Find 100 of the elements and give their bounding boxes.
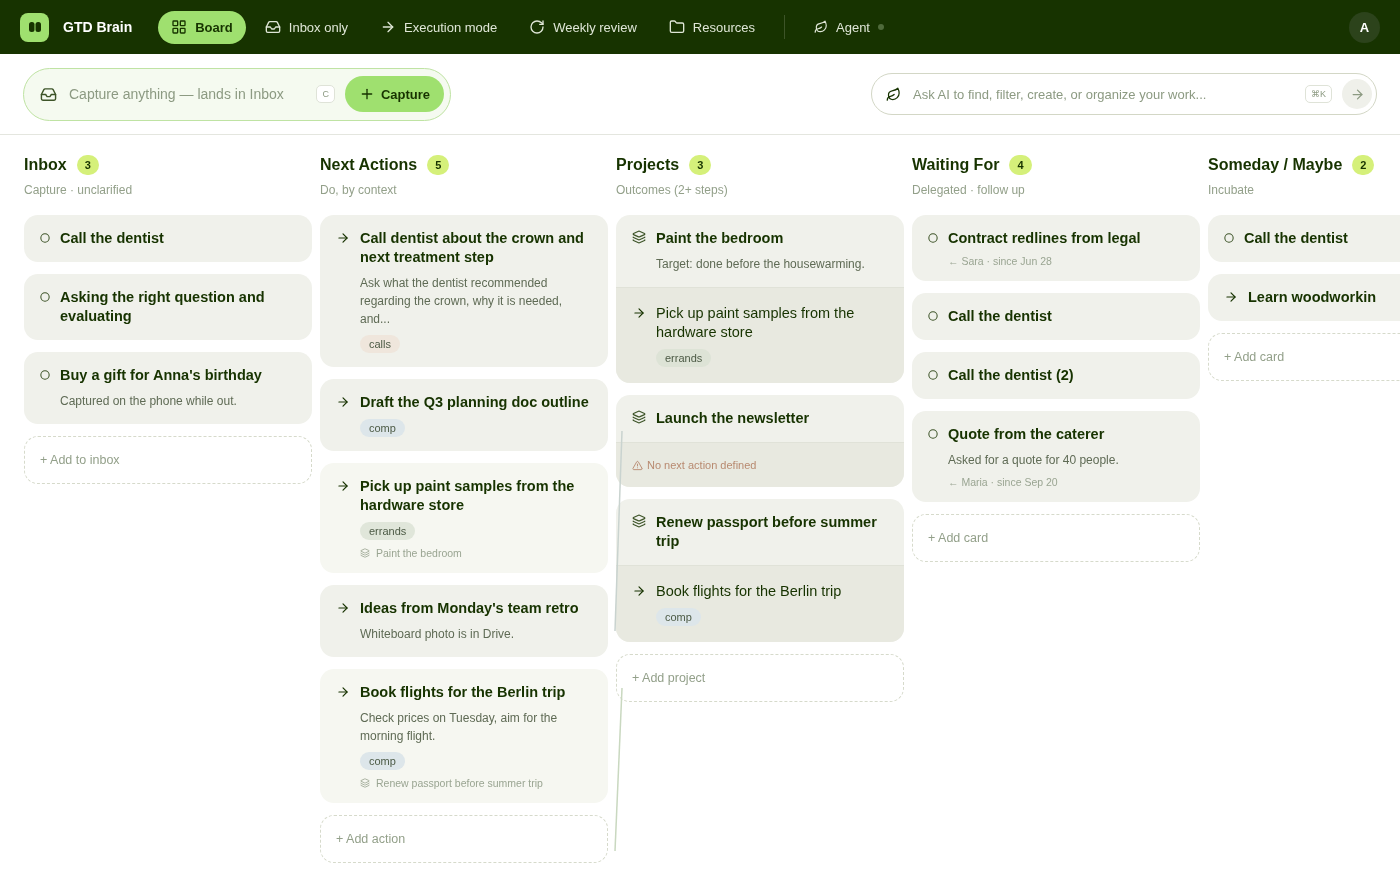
column-title: Projects (616, 156, 680, 174)
layers-icon (632, 230, 646, 244)
task-card[interactable]: Call the dentist (1208, 215, 1400, 262)
ask-input[interactable]: Ask AI to find, filter, create, or organize your work... (911, 85, 1295, 103)
column-subtitle: Incubate (1208, 183, 1256, 197)
circle-icon (928, 370, 938, 380)
nav-tab[interactable]: Board (158, 10, 246, 44)
project-title: Paint the bedroom (656, 229, 784, 248)
task-note: Asked for a quote for 40 people. (948, 452, 1119, 469)
task-note: Captured on the phone while out. (60, 393, 237, 410)
task-card[interactable]: Learn woodworkin (1208, 274, 1400, 321)
circle-icon (1224, 233, 1234, 243)
refresh-icon (529, 19, 546, 35)
task-card[interactable]: Call the dentist (912, 293, 1200, 340)
inbox-icon (264, 19, 281, 35)
nav-tab[interactable]: Execution mode (367, 10, 511, 44)
tag: calls (360, 335, 400, 353)
column-subtitle: Do, by context (320, 183, 398, 197)
next-action-title: Pick up paint samples from the hardware store (656, 304, 856, 342)
task-card[interactable]: Quote from the caterer Asked for a quote for 40 people. ← Maria · since Sep 20 (912, 411, 1200, 502)
task-title: Pick up paint samples from the hardware store (360, 477, 576, 515)
count-badge: 2 (1352, 155, 1375, 175)
column-title: Waiting For (912, 156, 1000, 174)
tag: errands (360, 522, 416, 540)
task-title: Contract redlines from legal (948, 229, 1141, 248)
nav-tab[interactable]: Inbox only (251, 10, 362, 44)
nav-tab[interactable]: Weekly review (516, 10, 650, 44)
layers-icon (632, 410, 646, 424)
task-card[interactable]: Call the dentist (24, 215, 312, 262)
count-badge: 3 (689, 155, 712, 175)
task-title: Call the dentist (2) (948, 366, 1074, 385)
task-title: Draft the Q3 planning doc outline (360, 393, 589, 412)
project-note: Target: done before the housewarming. (656, 256, 865, 273)
next-action-title: Book flights for the Berlin trip (656, 582, 842, 601)
task-meta: ← Maria · since Sep 20 (948, 476, 1058, 488)
project-card[interactable]: Renew passport before summer trip Book flights for the Berlin trip comp (616, 499, 904, 642)
task-title: Ideas from Monday's team retro (360, 599, 579, 618)
task-title: Quote from the caterer (948, 425, 1105, 444)
task-title: Asking the right question and evaluating (60, 288, 266, 326)
count-badge: 4 (1009, 155, 1032, 175)
circle-icon (40, 370, 50, 380)
agent-tab[interactable]: Agent (801, 10, 897, 44)
task-card[interactable]: Ideas from Monday's team retro Whiteboard photo is in Drive. (320, 585, 608, 657)
task-title: Learn woodworkin (1248, 288, 1377, 307)
capture-button[interactable]: Capture (344, 76, 444, 112)
circle-icon (928, 429, 938, 439)
task-note: Ask what the dentist recommended regarding the crown, why it is needed, and... (360, 275, 564, 328)
tag: comp (360, 419, 405, 437)
avatar[interactable]: A (1349, 11, 1380, 43)
nav-tab[interactable]: Resources (655, 10, 768, 44)
circle-icon (40, 292, 50, 302)
task-card[interactable]: Contract redlines from legal ← Sara · since Jun 28 (912, 215, 1200, 281)
shortcut-key: C (316, 85, 335, 103)
layers-icon (360, 548, 370, 558)
capture-box[interactable]: Capture anything — lands in Inbox C Capture (23, 67, 451, 121)
arrow-icon (336, 479, 350, 493)
task-card[interactable]: Buy a gift for Anna's birthday Captured on the phone while out. (24, 352, 312, 424)
arrow-icon (336, 395, 350, 409)
layers-icon (632, 514, 646, 528)
leaf-icon (814, 20, 828, 34)
circle-icon (40, 233, 50, 243)
task-card[interactable]: Draft the Q3 planning doc outline comp (320, 379, 608, 451)
grid-icon (171, 19, 188, 35)
column-title: Next Actions (320, 156, 418, 174)
layers-icon (360, 778, 370, 788)
count-badge: 3 (76, 155, 99, 175)
task-meta: ← Sara · since Jun 28 (948, 255, 1052, 267)
warning-icon (632, 459, 643, 471)
column-subtitle: Delegated · follow up (912, 183, 1026, 197)
folder-icon (668, 19, 685, 35)
task-title: Call the dentist (948, 307, 1052, 326)
arrow-icon (632, 306, 646, 320)
task-title: Buy a gift for Anna's birthday (60, 366, 262, 385)
capture-input[interactable]: Capture anything — lands in Inbox (67, 85, 307, 103)
task-card[interactable]: Book flights for the Berlin trip Check prices on Tuesday, aim for the morning flight. comp Renew passport before summer trip (320, 669, 608, 803)
tag: comp (656, 608, 701, 626)
task-note: Check prices on Tuesday, aim for the morning flight. (360, 710, 559, 745)
send-button[interactable] (1342, 79, 1372, 109)
tag: comp (360, 752, 405, 770)
arrow-icon (1349, 86, 1365, 102)
project-title: Launch the newsletter (656, 409, 810, 428)
task-note: Whiteboard photo is in Drive. (360, 626, 515, 643)
count-badge: 5 (427, 155, 450, 175)
circle-icon (928, 311, 938, 321)
circle-icon (928, 233, 938, 243)
task-card[interactable]: Call dentist about the crown and next treatment step Ask what the dentist recommended regarding the crown, why it is needed, and... calls (320, 215, 608, 367)
task-card[interactable]: Asking the right question and evaluating (24, 274, 312, 340)
task-title: Book flights for the Berlin trip (360, 683, 566, 702)
project-card[interactable]: Launch the newsletter No next action defined (616, 395, 904, 487)
inbox-icon (40, 85, 57, 103)
project-card[interactable]: Paint the bedroom Target: done before the housewarming. Pick up paint samples from the hardware store errands (616, 215, 904, 383)
task-title: Call the dentist (1244, 229, 1348, 248)
column-title: Inbox (24, 156, 67, 174)
task-card[interactable]: Pick up paint samples from the hardware store errands Paint the bedroom (320, 463, 608, 573)
warning-text: No next action defined (632, 459, 757, 471)
task-card[interactable]: Call the dentist (2) (912, 352, 1200, 399)
column-subtitle: Outcomes (2+ steps) (616, 183, 729, 197)
app-title: GTD Brain (63, 19, 133, 35)
logo-icon (20, 12, 49, 42)
column-title: Someday / Maybe (1208, 156, 1343, 174)
